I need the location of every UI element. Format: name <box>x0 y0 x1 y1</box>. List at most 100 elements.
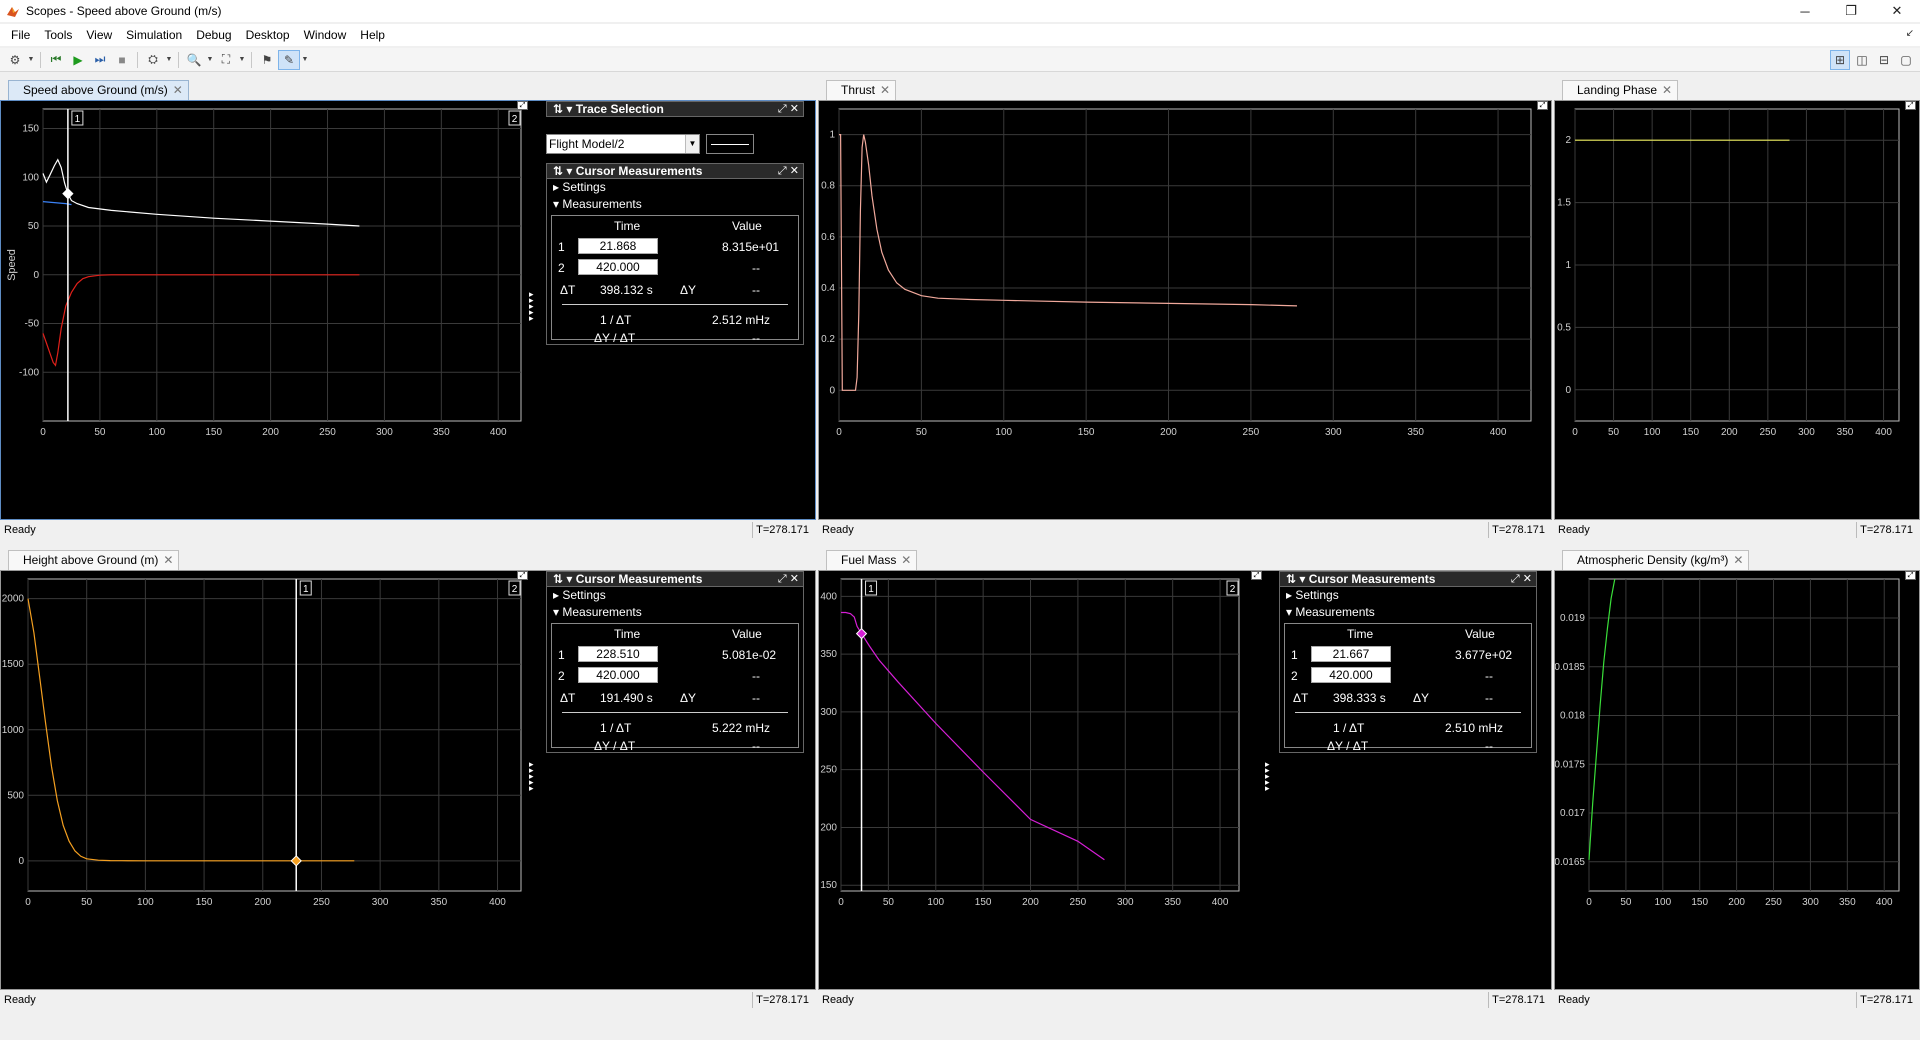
tab-speed[interactable]: Speed above Ground (m/s) ✕ <box>8 80 189 100</box>
settings-row[interactable]: ▸ Settings <box>547 587 803 604</box>
collapse-icon[interactable]: ⇅ ▾ <box>553 572 576 586</box>
cursor-measurements-header[interactable]: ⇅ ▾ Cursor Measurements ⤢ ✕ <box>546 163 804 179</box>
run-icon[interactable]: ▶ <box>67 50 89 70</box>
collapse-icon[interactable]: ⇅ ▾ <box>1286 572 1309 586</box>
cursor-measurements-header[interactable]: ⇅ ▾ Cursor Measurements ⤢ ✕ <box>546 571 804 587</box>
tab-landing[interactable]: Landing Phase ✕ <box>1562 80 1679 100</box>
trace-select[interactable]: Flight Model/2 ▼ <box>546 134 700 154</box>
close-tab-icon[interactable]: ✕ <box>163 551 173 570</box>
cursor1-time-input[interactable]: 21.667 <box>1311 646 1391 662</box>
x-tick-label: 50 <box>883 897 895 908</box>
menu-view[interactable]: View <box>79 24 119 46</box>
highlight-dropdown-icon[interactable]: ▼ <box>164 50 174 70</box>
resize-grip-icon[interactable]: ▸ ▸ ▸ ▸ ▸ <box>1265 760 1271 793</box>
layout-columns-icon[interactable]: ◫ <box>1852 50 1872 70</box>
cursor-measurements-title: Cursor Measurements <box>1308 572 1436 586</box>
undock-icon[interactable]: ⤢ <box>1251 571 1262 580</box>
trace-selection-header[interactable]: ⇅ ▾ Trace Selection ⤢ ✕ <box>546 101 804 117</box>
stop-icon[interactable]: ■ <box>111 50 133 70</box>
settings-dropdown-icon[interactable]: ▼ <box>26 50 36 70</box>
close-tab-icon[interactable]: ✕ <box>1733 551 1743 570</box>
chevron-down-icon[interactable]: ▼ <box>685 135 699 153</box>
plot-area <box>1588 578 1900 892</box>
cursor2-time-input[interactable]: 420.000 <box>578 667 658 683</box>
landing-chart[interactable]: 0 50 100 150 200 250 300 350 400 0 0.5 1 1.5 2 <box>1555 101 1919 521</box>
menu-help[interactable]: Help <box>353 24 392 46</box>
zoom-icon[interactable]: 🔍 <box>183 50 205 70</box>
menu-tools[interactable]: Tools <box>37 24 79 46</box>
layout-grid-icon[interactable]: ⊞ <box>1830 50 1850 70</box>
toolstrip-expand-icon[interactable]: ↙ <box>1906 28 1914 39</box>
layout-single-icon[interactable]: ▢ <box>1896 50 1916 70</box>
collapse-icon[interactable]: ⇅ ▾ <box>553 102 576 116</box>
tab-thrust[interactable]: Thrust ✕ <box>826 80 897 100</box>
restore-button[interactable]: ❐ <box>1828 0 1874 22</box>
triggers-icon[interactable]: ⚑ <box>256 50 278 70</box>
measurements-row[interactable]: ▾ Measurements <box>1280 604 1536 621</box>
cursor-measurements-header[interactable]: ⇅ ▾ Cursor Measurements ⤢ ✕ <box>1279 571 1537 587</box>
x-tick-label: 350 <box>1837 427 1854 438</box>
resize-grip-icon[interactable]: ▸ ▸ ▸ ▸ ▸ <box>529 760 535 793</box>
autoscale-dropdown-icon[interactable]: ▼ <box>237 50 247 70</box>
menu-file[interactable]: File <box>4 24 37 46</box>
zoom-dropdown-icon[interactable]: ▼ <box>205 50 215 70</box>
close-tab-icon[interactable]: ✕ <box>880 81 890 100</box>
undock-icon[interactable]: ⤢ <box>1537 101 1548 110</box>
x-tick-label: 50 <box>94 427 106 438</box>
cursor-number: 2 <box>512 584 518 595</box>
delta-t-label: ΔT <box>1293 691 1309 705</box>
settings-gear-icon[interactable]: ⚙ <box>4 50 26 70</box>
undock-icon[interactable]: ⤢ <box>1905 571 1916 580</box>
cursor-measurements-icon[interactable]: ✎ <box>278 49 300 70</box>
collapse-icon[interactable]: ⇅ ▾ <box>553 164 576 178</box>
close-tab-icon[interactable]: ✕ <box>901 551 911 570</box>
cursor-number: 2 <box>512 114 518 125</box>
minimize-button[interactable]: ─ <box>1782 0 1828 22</box>
tab-fuel[interactable]: Fuel Mass ✕ <box>826 550 918 570</box>
undock-icon[interactable]: ⤢ <box>517 101 528 110</box>
menu-debug[interactable]: Debug <box>189 24 238 46</box>
density-chart[interactable]: 0 50 100 150 200 250 300 350 400 0.0165 0.017 0.017… <box>1555 571 1919 991</box>
y-tick-label: 300 <box>820 707 837 718</box>
measurements-row[interactable]: ▾ Measurements <box>547 604 803 621</box>
step-back-icon[interactable]: ⏮ <box>45 50 67 70</box>
undock-icon[interactable]: ⤢ <box>1905 101 1916 110</box>
y-tick-label: 1 <box>1565 260 1571 271</box>
trace-line-style-swatch[interactable] <box>706 134 754 154</box>
cursor1-time-input[interactable]: 228.510 <box>578 646 658 662</box>
close-tab-icon[interactable]: ✕ <box>173 81 183 100</box>
settings-row[interactable]: ▸ Settings <box>1280 587 1536 604</box>
undock-icon[interactable]: ⤢ <box>517 571 528 580</box>
cursor2-time-input[interactable]: 420.000 <box>578 259 658 275</box>
settings-row[interactable]: ▸ Settings <box>547 179 803 196</box>
tab-density[interactable]: Atmospheric Density (kg/m³) ✕ <box>1562 550 1750 570</box>
highlight-block-icon[interactable]: ⛭ <box>142 50 164 70</box>
thrust-chart[interactable]: 0 50 100 150 200 250 300 350 400 0 0.2 0.4 0.6 0.8 1 <box>819 101 1551 521</box>
fuel-chart[interactable]: 0 50 100 150 200 250 300 350 400 150 200 250 300 350 4… <box>819 571 1259 991</box>
x-tick-label: 350 <box>1839 897 1856 908</box>
pane-controls-icon[interactable]: ⤢ ✕ <box>778 572 799 586</box>
layout-rows-icon[interactable]: ⊟ <box>1874 50 1894 70</box>
cursor2-time-input[interactable]: 420.000 <box>1311 667 1391 683</box>
step-forward-icon[interactable]: ⏭ <box>89 50 111 70</box>
measurements-row[interactable]: ▾ Measurements <box>547 196 803 213</box>
y-tick-label: 0.4 <box>821 283 835 294</box>
menu-simulation[interactable]: Simulation <box>119 24 189 46</box>
pane-controls-icon[interactable]: ⤢ ✕ <box>1511 572 1532 586</box>
pane-controls-icon[interactable]: ⤢ ✕ <box>778 164 799 178</box>
pane-controls-icon[interactable]: ⤢ ✕ <box>778 102 799 116</box>
measurements-dropdown-icon[interactable]: ▼ <box>300 50 310 70</box>
speed-chart[interactable]: 0 50 100 150 200 250 300 350 400 -100 -50 0 50 100 150… <box>1 101 541 521</box>
resize-grip-icon[interactable]: ▸ ▸ ▸ ▸ ▸ <box>529 290 535 323</box>
menu-desktop[interactable]: Desktop <box>239 24 297 46</box>
cursor1-time-input[interactable]: 21.868 <box>578 238 658 254</box>
close-tab-icon[interactable]: ✕ <box>1662 81 1672 100</box>
close-window-button[interactable]: ✕ <box>1874 0 1920 22</box>
height-chart[interactable]: 0 50 100 150 200 250 300 350 400 0 500 1000 1500 2000… <box>1 571 541 991</box>
cursor-number: 1 <box>303 584 309 595</box>
status-bar: Ready T=278.171 <box>818 990 1552 1010</box>
autoscale-icon[interactable]: ⛶ <box>215 50 237 70</box>
delta-y-label: ΔY <box>680 283 697 297</box>
menu-window[interactable]: Window <box>297 24 354 46</box>
tab-height[interactable]: Height above Ground (m) ✕ <box>8 550 180 570</box>
